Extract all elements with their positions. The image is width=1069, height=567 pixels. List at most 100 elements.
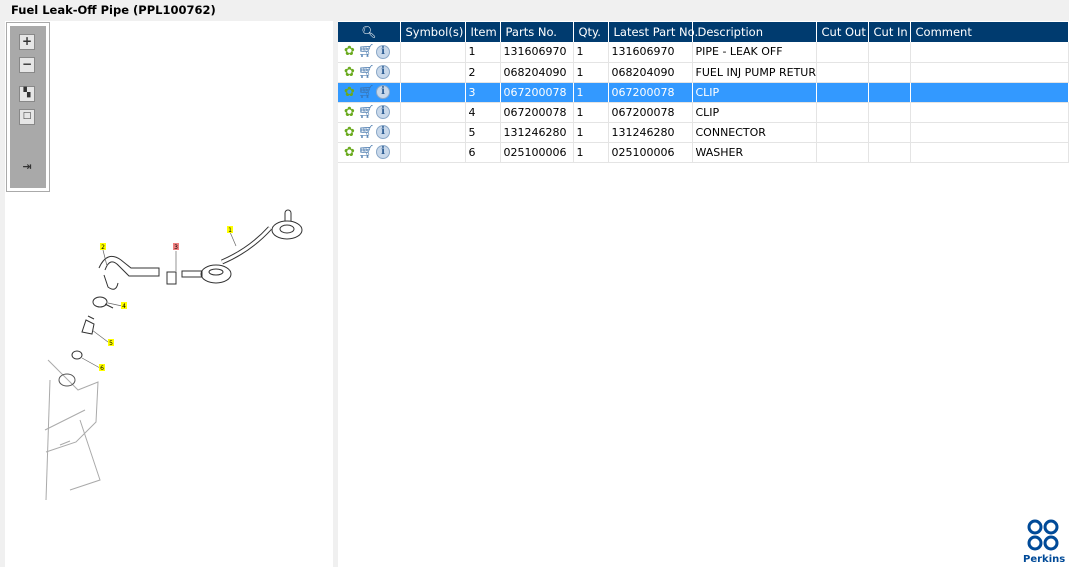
qty-cell: 1 — [573, 142, 609, 163]
gear-icon[interactable]: ✿ — [344, 65, 356, 80]
cut-out-cell — [816, 42, 869, 63]
callout-4[interactable]: 4 — [122, 303, 126, 310]
column-header[interactable]: Latest Part No. — [608, 22, 698, 42]
symbol-cell — [400, 42, 466, 63]
parts-no-cell: 067200078 — [500, 82, 574, 103]
qty-cell: 1 — [573, 122, 609, 143]
column-header[interactable]: Item — [465, 22, 501, 42]
row-actions: ✿ 🛒︎ i — [338, 142, 401, 163]
symbol-cell — [400, 102, 466, 123]
description-cell: FUEL INJ PUMP RETURN — [692, 62, 817, 83]
cut-out-cell — [816, 122, 869, 143]
item-cell: 3 — [465, 82, 501, 103]
info-icon[interactable]: i — [376, 125, 390, 139]
description-cell: WASHER — [692, 142, 817, 163]
table-row[interactable]: ✿ 🛒︎ i 1 131606970 1 131606970 PIPE - LEAK… — [338, 42, 1069, 63]
gear-icon[interactable]: ✿ — [344, 85, 356, 100]
cut-in-cell — [868, 82, 911, 103]
cart-icon[interactable]: 🛒︎ — [358, 85, 375, 100]
cut-out-cell — [816, 102, 869, 123]
row-actions: ✿ 🛒︎ i — [338, 62, 401, 83]
cut-in-cell — [868, 62, 911, 83]
item-cell: 1 — [465, 42, 501, 63]
parts-list-panel: 🔍︎ Symbol(s) Item Parts No. Qty. Latest … — [338, 21, 1069, 567]
symbol-cell — [400, 122, 466, 143]
expand-table-button[interactable]: ⇥ — [19, 160, 35, 176]
callout-2[interactable]: 2 — [101, 244, 105, 251]
gear-icon[interactable]: ✿ — [344, 105, 356, 120]
info-icon[interactable]: i — [376, 65, 390, 79]
comment-cell — [910, 62, 1069, 83]
symbol-cell — [400, 62, 466, 83]
cart-icon[interactable]: 🛒︎ — [358, 65, 375, 80]
search-column-header[interactable]: 🔍︎ — [338, 22, 401, 42]
column-header[interactable]: Cut In — [868, 22, 911, 42]
parts-no-cell: 068204090 — [500, 62, 574, 83]
cut-in-cell — [868, 42, 911, 63]
qty-cell: 1 — [573, 62, 609, 83]
info-icon[interactable]: i — [376, 44, 390, 59]
fit-window-button[interactable]: □ — [19, 109, 35, 125]
cart-icon[interactable]: 🛒︎ — [358, 145, 375, 160]
info-icon[interactable]: i — [376, 145, 390, 159]
symbol-cell — [400, 82, 466, 103]
qty-cell: 1 — [573, 102, 609, 123]
column-header[interactable]: Description — [692, 22, 817, 42]
comment-cell — [910, 82, 1069, 103]
info-icon[interactable]: i — [376, 105, 390, 119]
comment-cell — [910, 122, 1069, 143]
cart-icon[interactable]: 🛒︎ — [358, 44, 375, 59]
qty-cell: 1 — [573, 42, 609, 63]
arrow-right-icon: ⇥ — [22, 160, 32, 173]
perkins-logo-mark — [1027, 519, 1059, 551]
callout-1[interactable]: 1 — [228, 227, 232, 234]
description-cell: CLIP — [692, 82, 817, 103]
info-icon[interactable]: i — [376, 85, 390, 99]
column-header[interactable]: Comment — [910, 22, 1069, 42]
cut-in-cell — [868, 102, 911, 123]
latest-part-cell: 131246280 — [608, 122, 693, 143]
item-cell: 4 — [465, 102, 501, 123]
square-icon: □ — [22, 111, 32, 121]
latest-part-cell: 025100006 — [608, 142, 693, 163]
gear-icon[interactable]: ✿ — [344, 44, 356, 59]
parts-no-cell: 025100006 — [500, 142, 574, 163]
column-header[interactable]: Qty. — [573, 22, 609, 42]
column-header[interactable]: Cut Out — [816, 22, 869, 42]
callout-5[interactable]: 5 — [109, 340, 113, 347]
table-row[interactable]: ✿ 🛒︎ i 4 067200078 1 067200078 CLIP — [338, 102, 1069, 123]
gear-icon[interactable]: ✿ — [344, 125, 356, 140]
cut-out-cell — [816, 82, 869, 103]
fit-all-button[interactable]: ▚ — [19, 86, 35, 102]
item-cell: 2 — [465, 62, 501, 83]
qty-cell: 1 — [573, 82, 609, 103]
item-cell: 6 — [465, 142, 501, 163]
item-cell: 5 — [465, 122, 501, 143]
parts-no-cell: 131246280 — [500, 122, 574, 143]
latest-part-cell: 068204090 — [608, 62, 693, 83]
perkins-logo: Perkins — [1023, 519, 1066, 565]
zoom-out-button[interactable]: − — [19, 57, 35, 73]
column-header[interactable]: Parts No. — [500, 22, 574, 42]
symbol-cell — [400, 142, 466, 163]
zoom-in-button[interactable]: + — [19, 34, 35, 50]
comment-cell — [910, 102, 1069, 123]
table-row[interactable]: ✿ 🛒︎ i 6 025100006 1 025100006 WASHER — [338, 142, 1069, 163]
description-cell: CLIP — [692, 102, 817, 123]
cut-out-cell — [816, 142, 869, 163]
cut-in-cell — [868, 122, 911, 143]
table-row[interactable]: ✿ 🛒︎ i 2 068204090 1 068204090 FUEL INJ PU… — [338, 62, 1069, 83]
table-row[interactable]: ✿ 🛒︎ i 5 131246280 1 131246280 CONNECTOR — [338, 122, 1069, 143]
comment-cell — [910, 42, 1069, 63]
logo-text: Perkins — [1023, 554, 1066, 565]
diagram-toolbar: + − ▚ □ ⇥ — [6, 22, 50, 192]
callout-3[interactable]: 3 — [174, 244, 178, 251]
column-header[interactable]: Symbol(s) — [400, 22, 466, 42]
cart-icon[interactable]: 🛒︎ — [358, 125, 375, 140]
callout-6[interactable]: 6 — [100, 365, 104, 372]
cart-icon[interactable]: 🛒︎ — [358, 105, 375, 120]
search-icon: 🔍︎ — [361, 25, 377, 39]
gear-icon[interactable]: ✿ — [344, 145, 356, 160]
table-row[interactable]: ✿ 🛒︎ i 3 067200078 1 067200078 CLIP — [338, 82, 1069, 103]
latest-part-cell: 131606970 — [608, 42, 693, 63]
